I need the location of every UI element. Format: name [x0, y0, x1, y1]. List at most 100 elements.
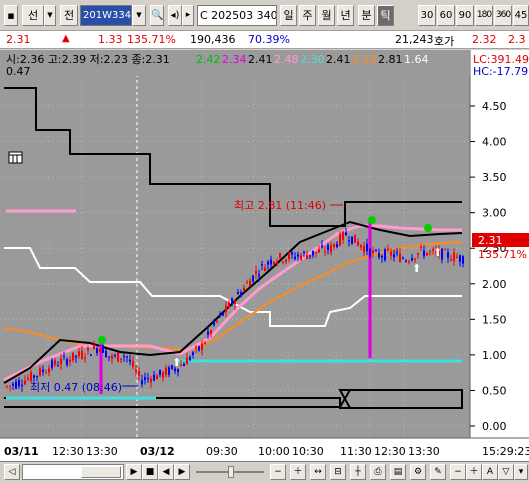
low-annotation: 최저 0.47 (08:46)	[30, 381, 122, 394]
candle-body	[27, 378, 29, 380]
candle-body	[447, 252, 449, 258]
candle-body	[279, 253, 281, 258]
candle-body	[9, 385, 11, 387]
settings-icon[interactable]: ⚙	[410, 464, 426, 480]
scrollbar-thumb[interactable]	[81, 466, 121, 478]
candle-body	[234, 300, 236, 305]
zoom-slider-handle[interactable]	[228, 466, 234, 478]
candle-body	[252, 275, 254, 282]
minus-icon[interactable]: −	[450, 464, 466, 480]
green-signal-dot	[368, 216, 376, 224]
scroll-forward-button[interactable]: ▶	[174, 464, 190, 480]
zoom-out-icon[interactable]: −	[270, 464, 286, 480]
candle-body	[105, 350, 107, 358]
candle-body	[228, 302, 230, 308]
code-dropdown-icon[interactable]: ▼	[132, 5, 146, 26]
candle-body	[21, 384, 23, 387]
candle-body	[420, 246, 422, 248]
x-tick-label: 12:30	[52, 445, 84, 458]
scroll-first-button[interactable]: ◁	[4, 464, 20, 480]
tools-icon[interactable]: ✎	[430, 464, 446, 480]
candle-body	[285, 259, 287, 262]
candle-body	[255, 271, 257, 274]
interval-90-button[interactable]: 90	[456, 5, 474, 26]
period-minute-button[interactable]: 분	[358, 5, 375, 26]
candle-body	[453, 252, 455, 262]
period-month-button[interactable]: 월	[318, 5, 335, 26]
interval-60-button[interactable]: 60	[437, 5, 455, 26]
calendar-icon[interactable]	[8, 151, 23, 164]
candle-body	[366, 243, 368, 252]
candle-body	[24, 380, 26, 385]
price-chart[interactable]: ⬆ ⬆ ⬆ 최고 2.81 (11:46) 최저 0.47 (08:46) 시:…	[0, 50, 529, 461]
ma-legend-value: 2.30	[300, 53, 325, 66]
interval-45-button[interactable]: 45	[513, 5, 529, 26]
current-price: 2.31	[6, 33, 31, 46]
candle-body	[303, 251, 305, 253]
x-tick-label: 03/12	[140, 445, 175, 458]
ma-legend-value: 1.64	[404, 53, 429, 66]
plus-icon[interactable]: ＋	[466, 464, 482, 480]
candle-body	[423, 250, 425, 257]
scroll-back-button[interactable]: ◀	[158, 464, 174, 480]
search-icon[interactable]: 🔍	[150, 5, 164, 26]
y-tick-label: 4.50	[482, 100, 507, 113]
split-icon[interactable]: ⊟	[330, 464, 346, 480]
print-icon[interactable]: ⎙	[370, 464, 386, 480]
candle-body	[267, 261, 269, 265]
window-menu-button[interactable]: ▪	[4, 5, 18, 26]
period-tick-button[interactable]: 틱	[377, 5, 394, 26]
candle-body	[336, 243, 338, 248]
ma-legend-value: 2.42	[196, 53, 221, 66]
current-price-box-label: 2.31	[478, 234, 503, 247]
zoom-in-icon[interactable]: ＋	[290, 464, 306, 480]
period-day-button[interactable]: 일	[280, 5, 297, 26]
chart-canvas: ⬆ ⬆ ⬆ 최고 2.81 (11:46) 최저 0.47 (08:46) 시:…	[0, 50, 529, 461]
price-change: 1.33	[98, 33, 123, 46]
candle-body	[444, 249, 446, 251]
save-icon[interactable]: ▤	[390, 464, 406, 480]
fit-icon[interactable]: ↔	[310, 464, 326, 480]
options-icon[interactable]: ▾	[514, 464, 528, 480]
market-select[interactable]: 선	[22, 5, 44, 26]
market-arrow-icon[interactable]: ▼	[44, 5, 56, 26]
candle-body	[456, 256, 458, 258]
scroll-stop-button[interactable]: ■	[142, 464, 158, 480]
candle-body	[81, 351, 83, 359]
candle-body	[6, 386, 8, 388]
text-tool-icon[interactable]: A	[482, 464, 498, 480]
code-input[interactable]: 201W3340	[80, 5, 132, 26]
interval-30-button[interactable]: 30	[418, 5, 436, 26]
step-icon[interactable]: ▸	[182, 5, 194, 26]
candle-body	[72, 352, 74, 361]
candle-body	[198, 346, 200, 351]
candle-body	[381, 256, 383, 258]
period-year-button[interactable]: 년	[337, 5, 354, 26]
triangle-icon[interactable]: ▽	[498, 464, 514, 480]
candle-body	[372, 250, 374, 254]
scroll-next-button[interactable]: ▶	[126, 464, 142, 480]
crosshair-icon[interactable]: ┼	[350, 464, 366, 480]
period-week-button[interactable]: 주	[299, 5, 316, 26]
candle-body	[108, 356, 110, 358]
sound-icon[interactable]: ◂)	[168, 5, 182, 26]
candle-body	[216, 320, 218, 322]
candle-body	[390, 251, 392, 256]
candle-body	[39, 368, 41, 376]
candle-body	[339, 234, 341, 246]
x-tick-label: 11:30	[340, 445, 372, 458]
prev-button[interactable]: 전	[60, 5, 78, 26]
candle-body	[408, 261, 410, 263]
x-tick-label: 09:30	[206, 445, 238, 458]
candle-body	[378, 253, 380, 258]
candle-body	[123, 356, 125, 358]
candle-body	[282, 261, 284, 263]
interval-180-button[interactable]: 180	[475, 5, 493, 26]
up-arrow-marker-icon: ⬆	[433, 246, 442, 259]
ma-legend-value: 2.34	[222, 53, 247, 66]
interval-360-button[interactable]: 360	[494, 5, 512, 26]
candle-body	[183, 363, 185, 367]
y-tick-label: 4.00	[482, 136, 507, 149]
scrollbar-track[interactable]	[22, 464, 124, 480]
candle-body	[102, 345, 104, 353]
